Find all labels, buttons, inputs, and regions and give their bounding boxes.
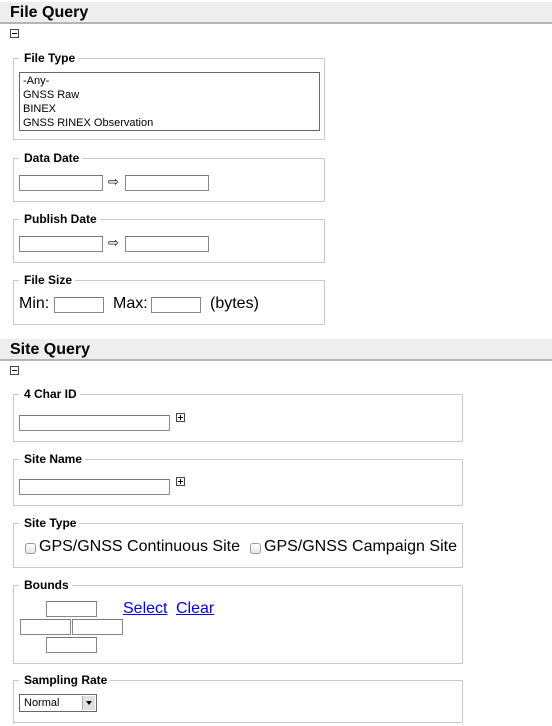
- chevron-down-icon: [82, 696, 95, 710]
- site-type-fieldset: Site Type GPS/GNSS Continuous Site GPS/G…: [13, 516, 463, 568]
- data-date-to-input[interactable]: [125, 175, 209, 191]
- char-id-input[interactable]: [19, 415, 170, 431]
- collapse-file-query-icon[interactable]: [10, 29, 19, 38]
- file-type-legend: File Type: [19, 51, 79, 65]
- sampling-rate-fieldset: Sampling Rate Normal: [13, 673, 463, 723]
- campaign-site-checkbox[interactable]: [250, 543, 261, 554]
- sampling-rate-value: Normal: [24, 697, 60, 709]
- file-size-legend: File Size: [19, 273, 76, 287]
- site-query-title: Site Query: [10, 341, 91, 358]
- char-id-legend: 4 Char ID: [19, 387, 80, 401]
- publish-date-to-input[interactable]: [125, 236, 209, 252]
- sampling-rate-legend: Sampling Rate: [19, 673, 111, 687]
- continuous-site-checkbox[interactable]: [25, 543, 36, 554]
- bounds-legend: Bounds: [19, 578, 72, 592]
- data-date-legend: Data Date: [19, 151, 83, 165]
- bounds-north-input[interactable]: [46, 601, 97, 617]
- campaign-site-label[interactable]: GPS/GNSS Campaign Site: [264, 538, 457, 556]
- bounds-clear-link[interactable]: Clear: [176, 600, 214, 618]
- bounds-south-input[interactable]: [46, 637, 97, 653]
- bounds-east-input[interactable]: [72, 619, 123, 635]
- add-site-name-icon[interactable]: [176, 477, 185, 486]
- bounds-select-link[interactable]: Select: [123, 600, 167, 618]
- site-query-header: Site Query: [0, 339, 552, 361]
- file-type-option[interactable]: -Any-: [23, 74, 316, 88]
- continuous-site-label[interactable]: GPS/GNSS Continuous Site: [39, 538, 240, 556]
- arrow-right-icon: ⇨: [108, 174, 119, 189]
- sampling-rate-select[interactable]: Normal: [19, 694, 97, 712]
- file-type-option[interactable]: BINEX: [23, 102, 316, 116]
- char-id-fieldset: 4 Char ID: [13, 387, 463, 442]
- publish-date-from-input[interactable]: [19, 236, 103, 252]
- min-label: Min:: [19, 295, 50, 312]
- collapse-site-query-icon[interactable]: [10, 366, 19, 375]
- file-type-fieldset: File Type -Any- GNSS Raw BINEX GNSS RINE…: [13, 51, 325, 140]
- bounds-west-input[interactable]: [20, 619, 71, 635]
- data-date-from-input[interactable]: [19, 175, 103, 191]
- add-char-id-icon[interactable]: [176, 413, 185, 422]
- file-query-header: File Query: [0, 2, 552, 24]
- bounds-fieldset: Bounds Select Clear: [13, 578, 463, 664]
- file-type-option[interactable]: GNSS Raw: [23, 88, 316, 102]
- arrow-right-icon: ⇨: [108, 235, 119, 250]
- data-date-fieldset: Data Date ⇨: [13, 151, 325, 202]
- site-name-input[interactable]: [19, 479, 170, 495]
- site-type-legend: Site Type: [19, 516, 80, 530]
- bytes-unit-label: (bytes): [210, 295, 259, 312]
- file-size-min-input[interactable]: [54, 297, 104, 313]
- file-type-listbox[interactable]: -Any- GNSS Raw BINEX GNSS RINEX Observat…: [19, 72, 320, 131]
- file-size-max-input[interactable]: [151, 297, 201, 313]
- file-query-title: File Query: [10, 4, 89, 21]
- site-name-legend: Site Name: [19, 452, 86, 466]
- site-name-fieldset: Site Name: [13, 452, 463, 506]
- publish-date-legend: Publish Date: [19, 212, 100, 226]
- publish-date-fieldset: Publish Date ⇨: [13, 212, 325, 263]
- file-type-option[interactable]: GNSS RINEX Observation: [23, 116, 316, 130]
- file-size-fieldset: File Size Min: Max: (bytes): [13, 273, 325, 325]
- max-label: Max:: [113, 295, 148, 312]
